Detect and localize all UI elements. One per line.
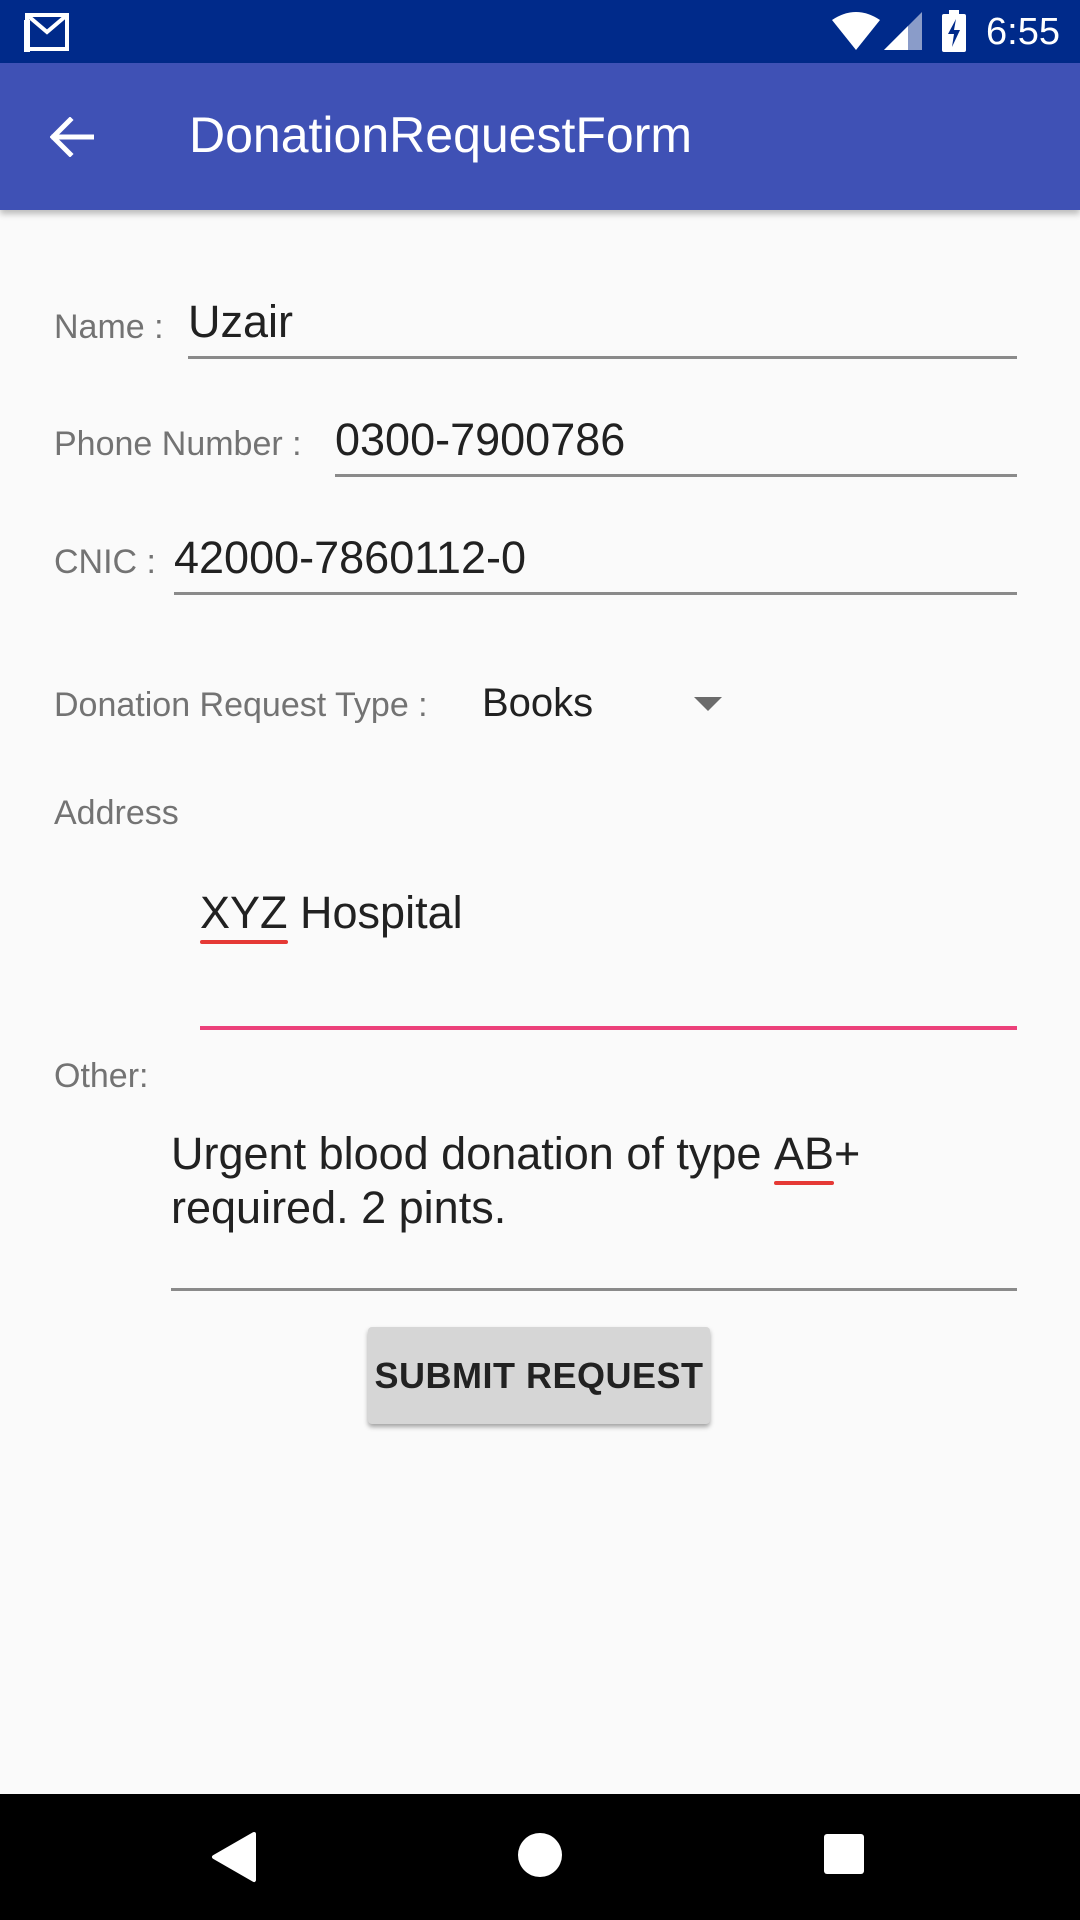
phone-label: Phone Number :: [54, 425, 302, 463]
dropdown-arrow-icon: [694, 697, 722, 711]
name-value: Uzair: [188, 296, 294, 347]
status-bar: 6:55: [0, 0, 1080, 63]
cnic-label: CNIC :: [54, 543, 156, 581]
back-triangle-icon[interactable]: [210, 1830, 258, 1884]
cnic-field[interactable]: 42000-7860112-0: [174, 531, 1017, 595]
recents-square-icon[interactable]: [822, 1832, 866, 1876]
other-line-1: Urgent blood donation of type AB+: [171, 1128, 861, 1185]
phone-field[interactable]: 0300-7900786: [335, 413, 1017, 477]
request-type-dropdown[interactable]: Books: [466, 666, 746, 742]
other-line-2: required. 2 pints.: [171, 1182, 507, 1233]
name-field[interactable]: Uzair: [188, 295, 1017, 359]
address-label: Address: [54, 794, 179, 832]
phone-value: 0300-7900786: [335, 414, 626, 465]
app-bar: DonationRequestForm: [0, 63, 1080, 210]
request-type-label: Donation Request Type :: [54, 686, 428, 724]
address-spellcheck-word: XYZ: [200, 887, 288, 944]
status-time: 6:55: [986, 11, 1060, 53]
name-label: Name :: [54, 308, 164, 346]
back-button[interactable]: [30, 99, 116, 175]
navigation-bar: [0, 1794, 1080, 1920]
other-field[interactable]: Urgent blood donation of type AB+ requir…: [171, 1127, 1017, 1291]
home-circle-icon[interactable]: [516, 1831, 564, 1879]
cnic-value: 42000-7860112-0: [174, 532, 526, 583]
battery-charging-icon: [942, 10, 966, 52]
address-value: Hospital: [287, 887, 463, 938]
wifi-icon: [832, 12, 880, 50]
submit-request-button[interactable]: SUBMIT REQUEST: [368, 1327, 710, 1424]
arrow-back-icon: [50, 117, 94, 157]
address-field[interactable]: XYZ Hospital: [200, 886, 1017, 1030]
other-label: Other:: [54, 1057, 149, 1095]
signal-icon: [884, 12, 922, 50]
request-type-value: Books: [482, 681, 594, 725]
other-spellcheck-word: AB: [773, 1128, 834, 1185]
page-title: DonationRequestForm: [189, 107, 693, 163]
gmail-icon: [24, 13, 69, 52]
